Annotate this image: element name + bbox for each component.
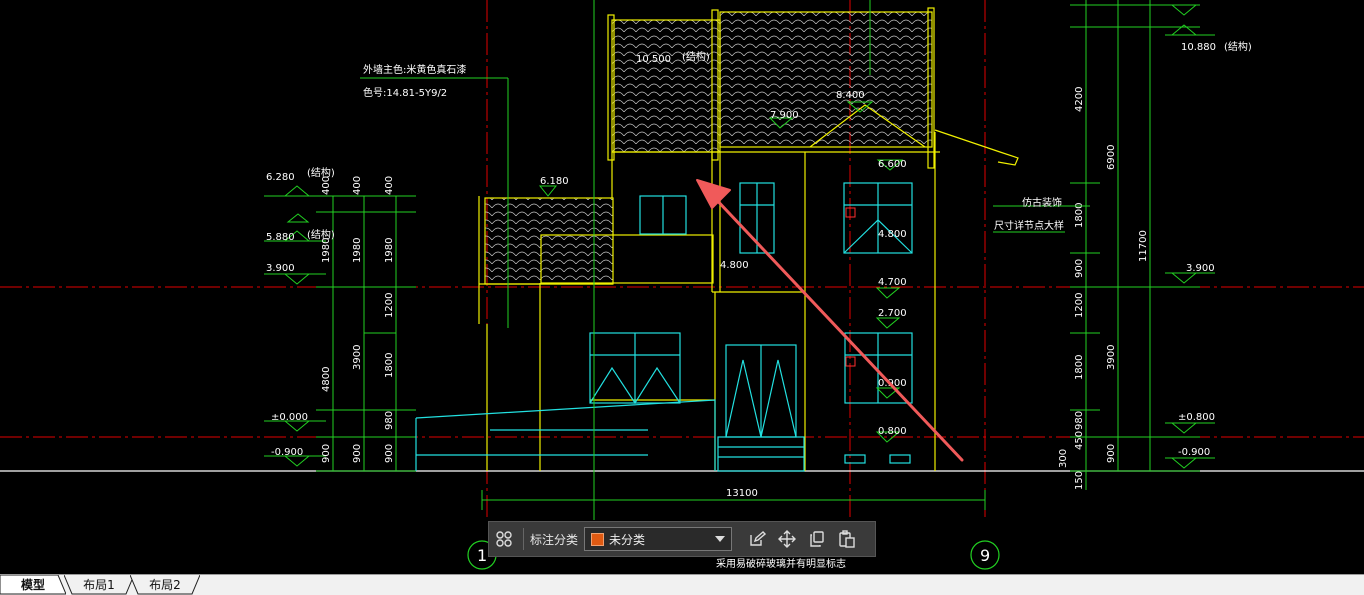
paste-icon[interactable]	[832, 524, 862, 554]
svg-text:5.880: 5.880	[266, 232, 295, 243]
tab-layout1-label: 布局1	[83, 578, 115, 592]
svg-text:6.600: 6.600	[878, 159, 907, 170]
svg-text:900: 900	[352, 444, 363, 463]
svg-text:900: 900	[1106, 444, 1117, 463]
chevron-down-icon	[715, 536, 726, 542]
svg-text:2.700: 2.700	[878, 308, 907, 319]
svg-text:10.880: 10.880	[1181, 42, 1216, 53]
toolbar-divider	[523, 528, 524, 550]
svg-text:400: 400	[352, 176, 363, 195]
annotation-category-label: 标注分类	[530, 532, 579, 547]
svg-text:450: 450	[1074, 431, 1085, 450]
svg-text:6900: 6900	[1106, 145, 1117, 170]
svg-text:外墙主色:米黄色真石漆: 外墙主色:米黄色真石漆	[363, 63, 466, 76]
red-arrow-annotation	[696, 179, 964, 462]
svg-text:300: 300	[1058, 449, 1069, 468]
svg-text:4.800: 4.800	[720, 260, 749, 271]
svg-text:(结构): (结构)	[1224, 40, 1252, 53]
svg-text:900: 900	[321, 444, 332, 463]
tab-layout1[interactable]: 布局1	[64, 575, 134, 595]
svg-text:-0.900: -0.900	[1178, 447, 1210, 458]
svg-text:1800: 1800	[1074, 355, 1085, 380]
svg-text:3.900: 3.900	[1186, 263, 1215, 274]
svg-text:色号:14.81-5Y9/2: 色号:14.81-5Y9/2	[363, 86, 447, 99]
svg-text:8.400: 8.400	[836, 90, 865, 101]
svg-text:13100: 13100	[726, 488, 758, 499]
svg-text:1800: 1800	[384, 353, 395, 378]
svg-text:3900: 3900	[1106, 345, 1117, 370]
svg-text:4800: 4800	[321, 367, 332, 392]
svg-text:(结构): (结构)	[682, 50, 710, 63]
svg-text:900: 900	[1074, 259, 1085, 278]
svg-text:±0.800: ±0.800	[1178, 412, 1215, 423]
building-outline	[478, 7, 1019, 471]
tab-layout2-label: 布局2	[149, 578, 181, 592]
svg-text:采用易破碎玻璃并有明显标志: 采用易破碎玻璃并有明显标志	[716, 557, 846, 570]
svg-text:11700: 11700	[1138, 230, 1149, 262]
cad-drawing-canvas[interactable]: 6.280 (结构) 5.880 (结构) 3.900 ±0.000 -0.90…	[0, 0, 1364, 574]
move-icon[interactable]	[772, 524, 802, 554]
svg-text:1980: 1980	[352, 238, 363, 263]
grid-icon[interactable]	[489, 524, 519, 554]
svg-text:-0.900: -0.900	[271, 447, 303, 458]
axis-bubble-9: 9	[970, 540, 1000, 570]
layout-tab-bar: 模型 布局1 布局2	[0, 574, 1364, 595]
svg-text:4.800: 4.800	[878, 229, 907, 240]
copy-icon[interactable]	[802, 524, 832, 554]
tab-model-label: 模型	[20, 578, 45, 592]
svg-text:1200: 1200	[384, 293, 395, 318]
svg-text:1980: 1980	[321, 238, 332, 263]
svg-text:3.900: 3.900	[266, 263, 295, 274]
svg-text:尺寸详节点大样: 尺寸详节点大样	[994, 219, 1064, 232]
svg-text:150: 150	[1074, 471, 1085, 490]
svg-text:980: 980	[384, 411, 395, 430]
svg-text:4.700: 4.700	[878, 277, 907, 288]
tab-model[interactable]: 模型	[0, 575, 66, 595]
svg-text:仿古装饰: 仿古装饰	[1022, 196, 1062, 209]
svg-text:1200: 1200	[1074, 293, 1085, 318]
svg-text:9: 9	[980, 546, 990, 565]
svg-text:±0.000: ±0.000	[271, 412, 308, 423]
annotation-toolbar: 标注分类 未分类	[488, 521, 876, 557]
svg-text:3900: 3900	[352, 345, 363, 370]
svg-text:6.280: 6.280	[266, 172, 295, 183]
svg-text:10.500: 10.500	[636, 54, 671, 65]
category-dropdown[interactable]: 未分类	[584, 527, 733, 551]
svg-text:7.900: 7.900	[770, 110, 799, 121]
edit-icon[interactable]	[742, 524, 772, 554]
right-dim-text: 10.880 (结构) 3.900 ±0.800 -0.900 4200 180…	[1058, 40, 1252, 490]
category-color-swatch	[591, 532, 605, 546]
left-dim-text: 6.280 (结构) 5.880 (结构) 3.900 ±0.000 -0.90…	[266, 166, 395, 463]
category-dropdown-value: 未分类	[609, 532, 646, 547]
svg-text:0.800: 0.800	[878, 426, 907, 437]
tab-layout2[interactable]: 布局2	[130, 575, 200, 595]
svg-text:4200: 4200	[1074, 87, 1085, 112]
svg-text:6.180: 6.180	[540, 176, 569, 187]
elevation-drawing: 6.280 (结构) 5.880 (结构) 3.900 ±0.000 -0.90…	[0, 0, 1364, 570]
svg-text:980: 980	[1074, 411, 1085, 430]
svg-text:1980: 1980	[384, 238, 395, 263]
svg-text:900: 900	[384, 444, 395, 463]
svg-text:1: 1	[477, 546, 487, 565]
svg-text:400: 400	[321, 176, 332, 195]
svg-text:400: 400	[384, 176, 395, 195]
